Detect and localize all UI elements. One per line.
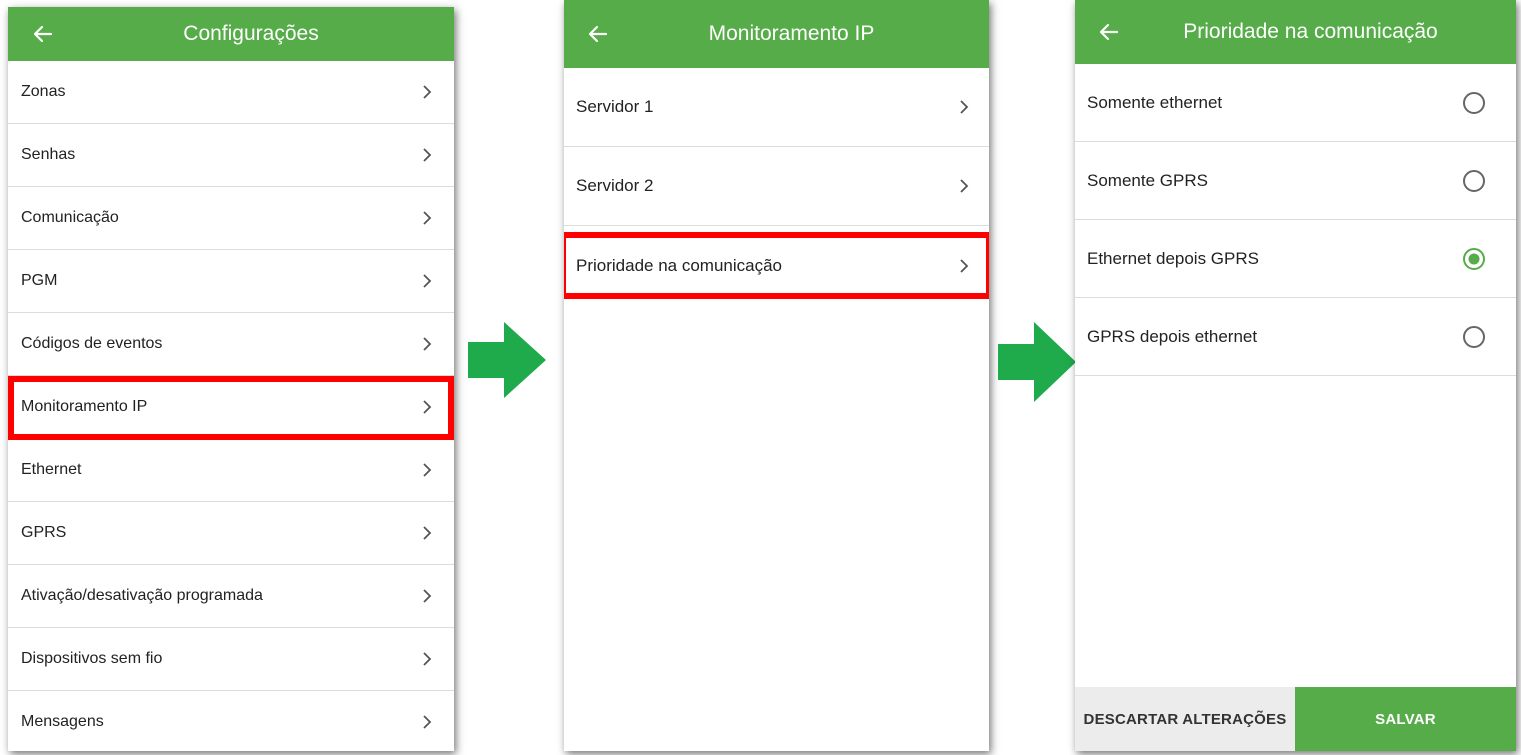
list-item-label: Senhas xyxy=(21,146,76,163)
arrow-left-icon xyxy=(33,25,53,43)
list-item-servidor-2[interactable]: Servidor 2 xyxy=(564,147,989,226)
option-label: GPRS depois ethernet xyxy=(1087,326,1258,346)
list-item-label: Ativação/desativação programada xyxy=(21,587,263,604)
configuracoes-screen: Configurações Zonas Senhas Comunicação P… xyxy=(8,7,454,751)
discard-button[interactable]: DESCARTAR ALTERAÇÕES xyxy=(1075,687,1295,751)
list-item-label: Mensagens xyxy=(21,713,104,730)
chevron-right-icon xyxy=(422,526,432,540)
flow-arrow-icon xyxy=(468,322,546,398)
list-item-label: Servidor 2 xyxy=(576,176,654,195)
priority-options-list: Somente ethernet Somente GPRS Ethernet d… xyxy=(1075,64,1516,376)
chevron-right-icon xyxy=(422,589,432,603)
option-gprs-depois-ethernet[interactable]: GPRS depois ethernet xyxy=(1075,298,1516,376)
flow-arrow-icon xyxy=(998,322,1076,402)
page-title: Monitoramento IP xyxy=(708,22,875,45)
chevron-right-icon xyxy=(422,148,432,162)
page-title: Prioridade na comunicação xyxy=(1183,20,1438,43)
option-label: Ethernet depois GPRS xyxy=(1087,248,1259,268)
option-somente-gprs[interactable]: Somente GPRS xyxy=(1075,142,1516,220)
back-button[interactable] xyxy=(1099,0,1119,64)
list-item-ethernet[interactable]: Ethernet xyxy=(8,439,454,502)
list-item-pgm[interactable]: PGM xyxy=(8,250,454,313)
list-item-monitoramento-ip[interactable]: Monitoramento IP xyxy=(8,376,454,440)
chevron-right-icon xyxy=(422,652,432,666)
chevron-right-icon xyxy=(959,258,969,273)
save-button[interactable]: SALVAR xyxy=(1295,687,1516,751)
app-bar: Configurações xyxy=(8,7,454,61)
option-label: Somente GPRS xyxy=(1087,170,1208,190)
list-item-mensagens[interactable]: Mensagens xyxy=(8,691,454,751)
chevron-right-icon xyxy=(422,715,432,729)
radio-selected-icon[interactable] xyxy=(1462,247,1486,271)
chevron-right-icon xyxy=(422,463,432,477)
option-somente-ethernet[interactable]: Somente ethernet xyxy=(1075,64,1516,142)
chevron-right-icon xyxy=(422,85,432,99)
chevron-right-icon xyxy=(422,337,432,351)
list-item-servidor-1[interactable]: Servidor 1 xyxy=(564,68,989,147)
list-item-label: PGM xyxy=(21,272,58,289)
list-item-gprs[interactable]: GPRS xyxy=(8,502,454,565)
list-item-label: GPRS xyxy=(21,524,67,541)
list-item-comunicacao[interactable]: Comunicação xyxy=(8,187,454,250)
arrow-left-icon xyxy=(588,25,608,43)
chevron-right-icon xyxy=(959,100,969,114)
list-item-label: Ethernet xyxy=(21,461,82,478)
prioridade-comunicacao-screen: Prioridade na comunicação Somente ethern… xyxy=(1075,0,1516,751)
list-item-label: Servidor 1 xyxy=(576,97,654,116)
app-bar: Prioridade na comunicação xyxy=(1075,0,1516,64)
page-title: Configurações xyxy=(183,22,319,45)
action-footer: DESCARTAR ALTERAÇÕES SALVAR xyxy=(1075,687,1516,751)
list-item-label: Zonas xyxy=(21,83,66,100)
arrow-left-icon xyxy=(1099,23,1119,41)
chevron-right-icon xyxy=(959,179,969,193)
settings-list: Zonas Senhas Comunicação PGM Códigos de … xyxy=(8,61,454,751)
radio-unselected-icon[interactable] xyxy=(1462,169,1486,193)
list-item-ativacao-programada[interactable]: Ativação/desativação programada xyxy=(8,565,454,628)
list-item-senhas[interactable]: Senhas xyxy=(8,124,454,187)
monitoramento-ip-screen: Monitoramento IP Servidor 1 Servidor 2 P… xyxy=(564,0,989,751)
chevron-right-icon xyxy=(422,211,432,225)
list-item-zonas[interactable]: Zonas xyxy=(8,61,454,124)
chevron-right-icon xyxy=(422,400,432,414)
option-ethernet-depois-gprs[interactable]: Ethernet depois GPRS xyxy=(1075,220,1516,298)
list-item-label: Prioridade na comunicação xyxy=(576,255,783,275)
list-item-label: Comunicação xyxy=(21,209,119,226)
app-bar: Monitoramento IP xyxy=(564,0,989,68)
option-label: Somente ethernet xyxy=(1087,92,1223,112)
back-button[interactable] xyxy=(33,7,53,61)
list-item-dispositivos-sem-fio[interactable]: Dispositivos sem fio xyxy=(8,628,454,691)
list-item-label: Dispositivos sem fio xyxy=(21,650,163,667)
chevron-right-icon xyxy=(422,274,432,288)
list-item-label: Monitoramento IP xyxy=(21,398,148,415)
list-item-prioridade-comunicacao[interactable]: Prioridade na comunicação xyxy=(564,226,989,305)
radio-unselected-icon[interactable] xyxy=(1462,325,1486,349)
list-item-label: Códigos de eventos xyxy=(21,335,163,352)
list-item-codigos-eventos[interactable]: Códigos de eventos xyxy=(8,313,454,376)
radio-unselected-icon[interactable] xyxy=(1462,91,1486,115)
back-button[interactable] xyxy=(588,0,608,68)
monitoramento-list: Servidor 1 Servidor 2 Prioridade na comu… xyxy=(564,68,989,305)
